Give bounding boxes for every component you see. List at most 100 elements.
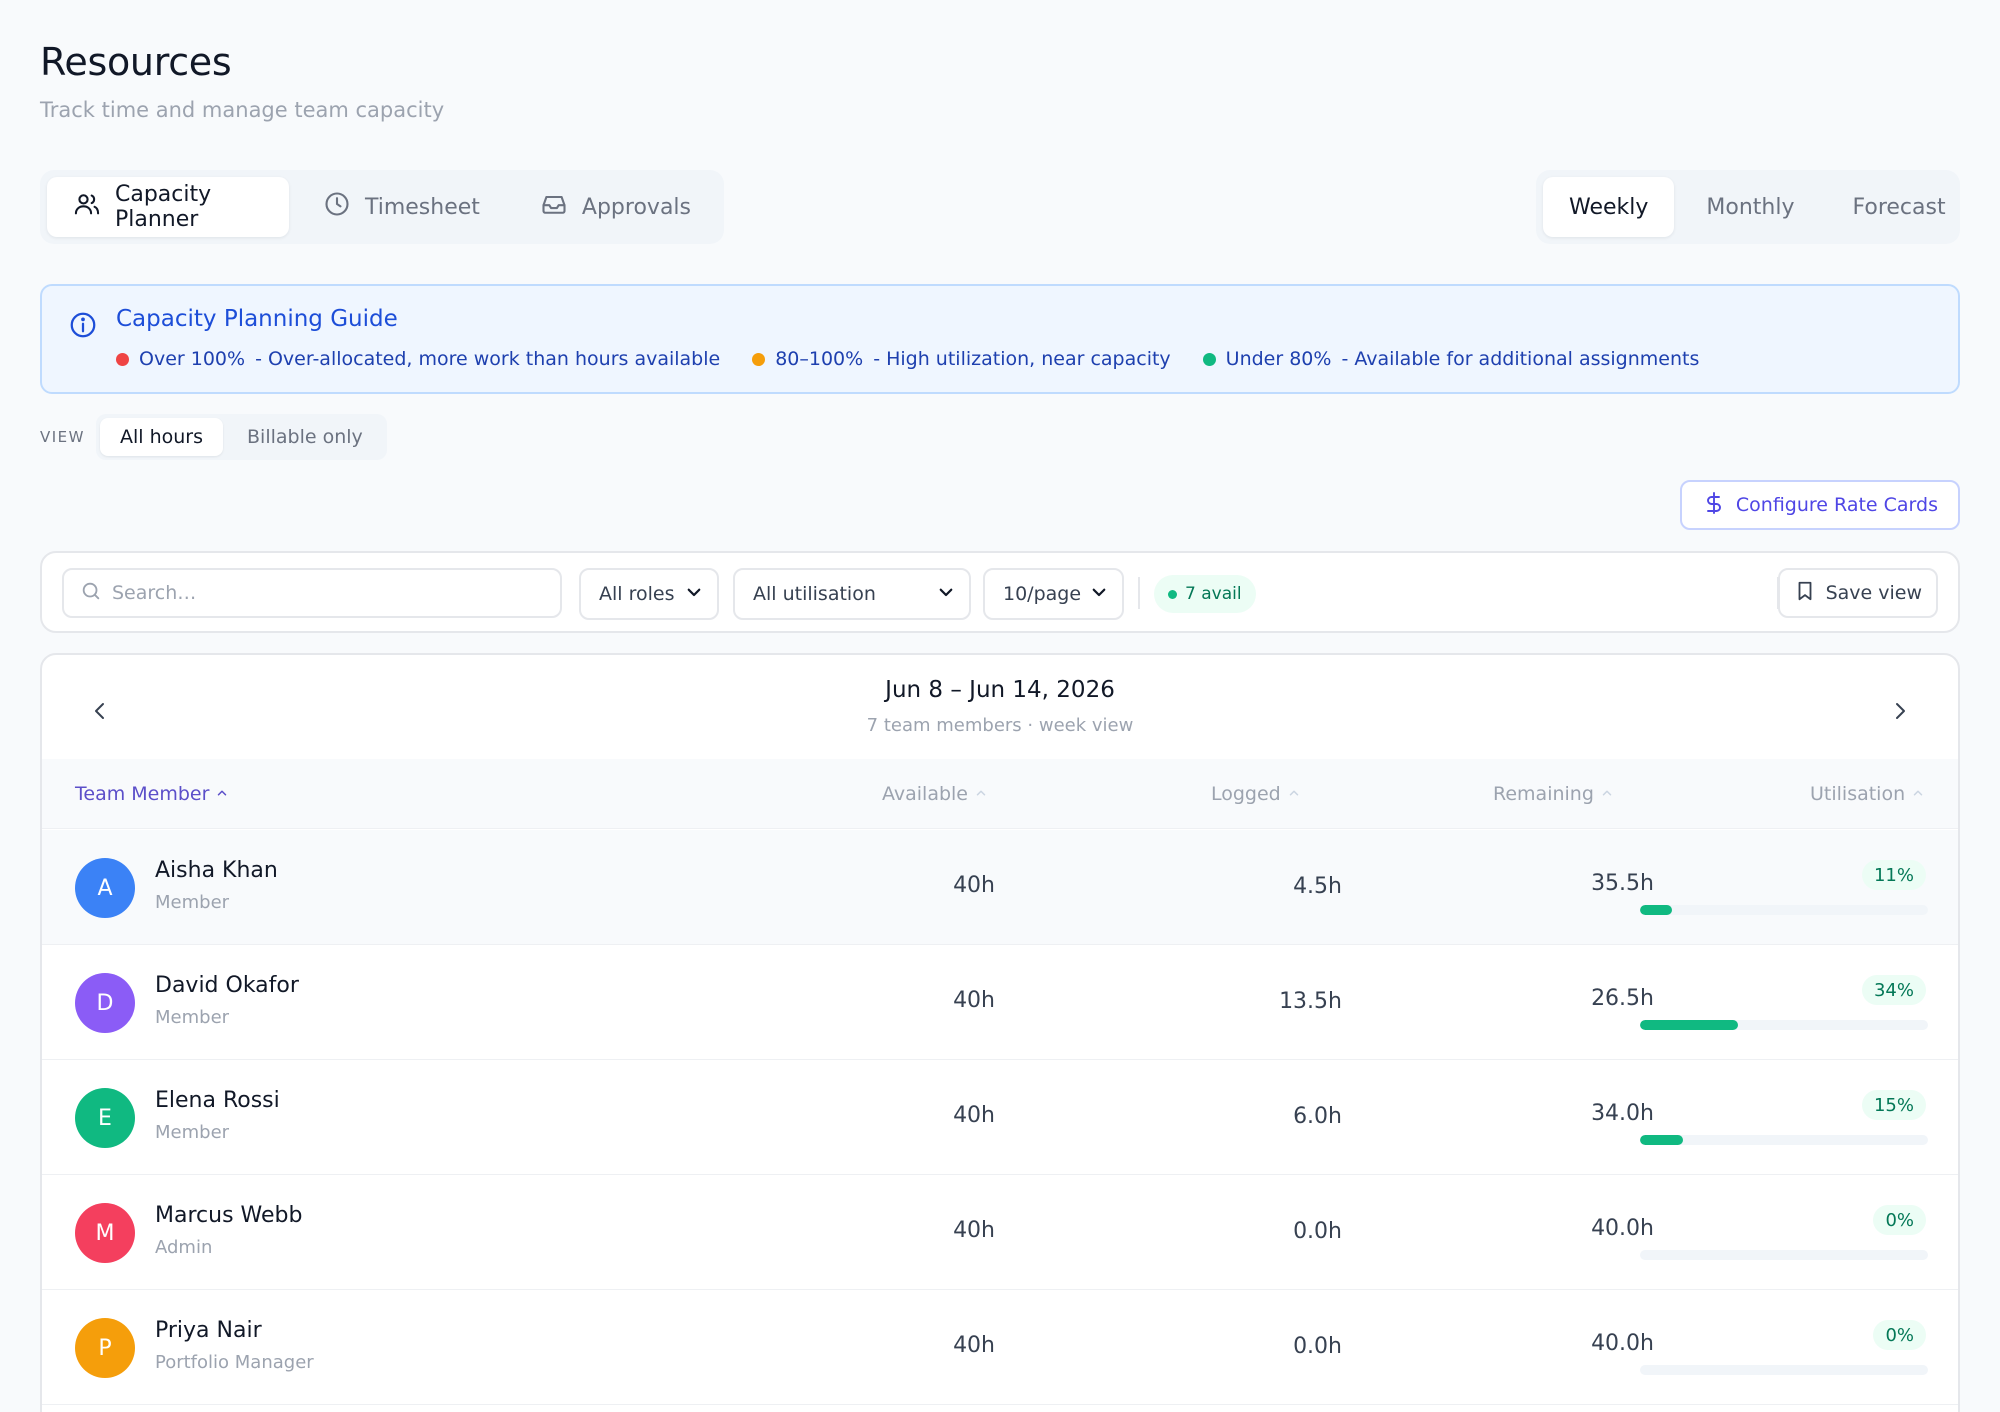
select-value: 10/page [1003,583,1082,605]
select-value: All utilisation [753,583,876,605]
column-label: Utilisation [1810,783,1906,805]
main-tabs: Capacity Planner Timesheet Approvals [40,170,724,244]
utilisation-select[interactable]: All utilisation [733,568,971,620]
column-team-member[interactable]: Team Member [75,783,229,805]
legend-under: Under 80% - Available for additional ass… [1202,348,1699,370]
utilisation-badge: 34% [1861,975,1926,1005]
info-icon [68,310,98,340]
utilisation-bar [1640,905,1928,915]
tab-capacity-planner[interactable]: Capacity Planner [47,177,289,237]
red-dot-icon [116,352,129,366]
remaining-hours: 35.5h [1591,871,1654,896]
remaining-hours: 40.0h [1591,1331,1654,1356]
member-role: Member [155,892,230,913]
legend-range: Over 100% [139,348,246,370]
column-label: Team Member [75,783,210,805]
tab-approvals[interactable]: Approvals [514,177,717,237]
column-remaining[interactable]: Remaining [1493,783,1614,805]
column-label: Available [882,783,969,805]
member-role: Member [155,1007,230,1028]
tab-label: Timesheet [364,194,480,220]
utilisation-badge: 15% [1861,1090,1926,1120]
green-dot-icon [1168,589,1177,599]
available-count-badge[interactable]: 7 avail [1154,575,1256,613]
divider [1138,577,1140,609]
table-row[interactable]: M Marcus Webb Admin 40h 0.0h 40.0h 0% [42,1175,1958,1290]
member-name: Elena Rossi [155,1088,280,1113]
legend-range: 80–100% [775,348,864,370]
table-row[interactable]: P Priya Nair Portfolio Manager 40h 0.0h 40.0h… [42,1290,1958,1405]
roles-select[interactable]: All roles [579,568,719,620]
member-name: Marcus Webb [155,1203,303,1228]
chevron-down-icon [685,583,703,606]
week-range: Jun 8 – Jun 14, 2026 [885,677,1115,703]
legend-desc: - Over-allocated, more work than hours a… [255,348,721,370]
guide-title: Capacity Planning Guide [116,306,398,332]
users-icon [73,190,101,224]
chevron-down-icon [937,583,955,606]
utilisation-bar-fill [1640,1135,1684,1145]
column-utilisation[interactable]: Utilisation [1810,783,1925,805]
legend-desc: - High utilization, near capacity [873,348,1171,370]
page-subtitle: Track time and manage team capacity [40,98,445,122]
badge-label: 7 avail [1185,584,1242,604]
member-role: Member [155,1122,230,1143]
available-hours: 40h [953,1103,995,1128]
guide-legend: Over 100% - Over-allocated, more work th… [116,348,1699,370]
filter-bar: Search… All roles All utilisation 10/pag… [40,551,1960,633]
green-dot-icon [1202,352,1216,366]
inbox-icon [540,190,568,224]
tab-label: Approvals [581,194,691,220]
search-icon [80,580,102,607]
page-size-select[interactable]: 10/page [983,568,1124,620]
logged-hours: 0.0h [1293,1334,1342,1359]
capacity-guide: Capacity Planning Guide Over 100% - Over… [40,284,1960,394]
member-role: Admin [155,1237,213,1258]
avatar: P [75,1318,135,1378]
search-input[interactable]: Search… [62,568,562,618]
button-label: Save view [1825,582,1922,604]
tab-forecast[interactable]: Forecast [1827,177,1972,237]
table-row[interactable]: A Aisha Khan Member 40h 4.5h 35.5h 11% [42,830,1958,945]
column-label: Logged [1211,783,1281,805]
view-all-hours[interactable]: All hours [100,418,224,456]
member-role: Portfolio Manager [155,1352,314,1373]
utilisation-bar-fill [1640,1020,1738,1030]
column-available[interactable]: Available [882,783,988,805]
bookmark-icon [1794,580,1816,607]
tab-monthly[interactable]: Monthly [1680,177,1820,237]
configure-rate-cards-button[interactable]: Configure Rate Cards [1679,480,1960,530]
next-week-button[interactable] [1880,693,1920,733]
table-row[interactable]: E Elena Rossi Member 40h 6.0h 34.0h 15% [42,1060,1958,1175]
utilisation-badge: 11% [1861,860,1926,890]
available-hours: 40h [953,1218,995,1243]
dollar-icon [1702,491,1726,520]
view-billable-only[interactable]: Billable only [227,418,383,456]
logged-hours: 0.0h [1293,1219,1342,1244]
page-title: Resources [40,40,232,84]
logged-hours: 13.5h [1279,989,1342,1014]
logged-hours: 4.5h [1293,874,1342,899]
amber-dot-icon [752,352,766,366]
week-summary: 7 team members · week view [866,715,1134,736]
member-name: Aisha Khan [155,858,278,883]
save-view-button[interactable]: Save view [1777,568,1938,618]
search-placeholder: Search… [112,582,197,604]
tab-label: Capacity Planner [115,182,212,232]
tab-weekly[interactable]: Weekly [1543,177,1675,237]
sort-up-icon [215,783,229,805]
button-label: Configure Rate Cards [1735,494,1938,516]
utilisation-bar [1640,1135,1928,1145]
table-row[interactable]: D David Okafor Member 40h 13.5h 26.5h 34% [42,945,1958,1060]
tab-timesheet[interactable]: Timesheet [297,177,506,237]
view-toggle: All hours Billable only [96,414,387,460]
clock-icon [323,190,351,224]
column-logged[interactable]: Logged [1211,783,1301,805]
member-name: David Okafor [155,973,299,998]
utilisation-bar [1640,1020,1928,1030]
sort-icon [1600,783,1614,805]
capacity-table-card: Jun 8 – Jun 14, 2026 7 team members · we… [40,653,1960,1412]
legend-high: 80–100% - High utilization, near capacit… [752,348,1171,370]
legend-range: Under 80% [1225,348,1332,370]
sort-icon [974,783,988,805]
